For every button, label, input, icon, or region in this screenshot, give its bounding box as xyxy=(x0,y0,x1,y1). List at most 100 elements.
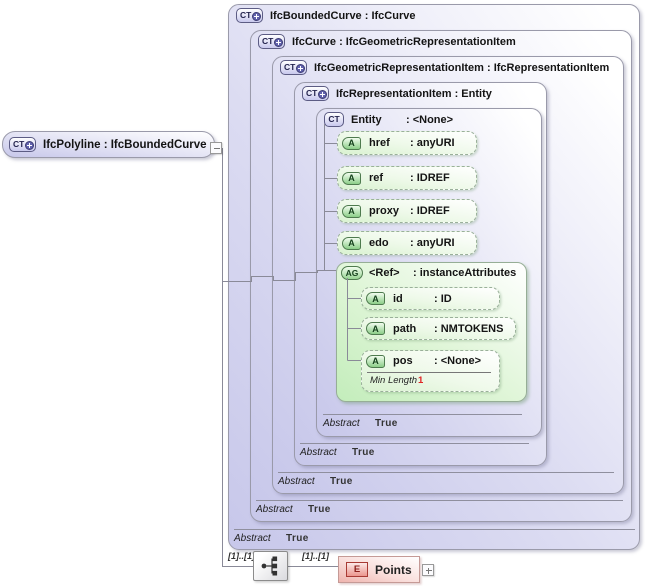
abstract-value: True xyxy=(308,504,331,515)
attribute-icon-label: A xyxy=(348,238,355,248)
abstract-value: True xyxy=(330,476,353,487)
type-header-entity[interactable]: CT Entity : <None> xyxy=(324,112,453,127)
abstract-value: True xyxy=(352,447,375,458)
attribute-icon-label: A xyxy=(348,173,355,183)
sequence-icon xyxy=(261,556,277,576)
cardinality-label-right: [1]..[1] xyxy=(302,551,329,561)
abstract-facet-row: Abstract True xyxy=(300,443,529,458)
attribute-icon: A xyxy=(342,204,361,218)
attribute-icon: A xyxy=(342,236,361,250)
sequence-compositor[interactable] xyxy=(253,551,288,581)
attribute-name: path xyxy=(393,322,417,335)
root-element-title: IfcPolyline : IfcBoundedCurve xyxy=(43,138,207,151)
complex-type-icon: CT xyxy=(9,137,36,152)
attribute-icon: A xyxy=(366,292,385,305)
attribute-type: : ID xyxy=(434,292,452,305)
complex-type-icon-label: CT xyxy=(240,10,252,21)
type-header-ifcgeometricrepresentationitem[interactable]: CT IfcGeometricRepresentationItem : IfcR… xyxy=(280,60,609,75)
plus-icon xyxy=(317,89,327,99)
cardinality-label-left: [1]..[1] xyxy=(228,551,255,561)
plus-icon xyxy=(251,11,261,21)
attribute-type: : anyURI xyxy=(410,237,455,249)
attribute-group-header[interactable]: AG <Ref> : instanceAttributes xyxy=(341,266,516,280)
abstract-label: Abstract xyxy=(278,476,315,487)
root-element-ifcpolyline[interactable]: CT IfcPolyline : IfcBoundedCurve xyxy=(2,131,215,158)
attribute-type: : IDREF xyxy=(410,205,450,217)
complex-type-icon: CT xyxy=(324,112,344,127)
plus-icon xyxy=(295,63,305,73)
abstract-value: True xyxy=(286,533,309,544)
attribute-icon: A xyxy=(342,136,361,150)
type-header-ifccurve[interactable]: CT IfcCurve : IfcGeometricRepresentation… xyxy=(258,34,516,49)
attribute-name: pos xyxy=(393,355,413,367)
plus-icon xyxy=(24,140,34,150)
attribute-name: edo xyxy=(369,237,389,249)
attribute-path[interactable]: A path : NMTOKENS xyxy=(361,317,516,340)
type-title: IfcBoundedCurve : IfcCurve xyxy=(270,9,416,22)
attribute-name: id xyxy=(393,292,403,305)
complex-type-icon: CT xyxy=(302,86,329,101)
complex-type-icon-label: CT xyxy=(328,114,340,125)
attribute-type: : NMTOKENS xyxy=(434,322,504,335)
attribute-group-type: : instanceAttributes xyxy=(413,267,517,279)
attribute-group-name: <Ref> xyxy=(369,267,400,279)
attribute-icon: A xyxy=(366,354,385,368)
attribute-icon-label: A xyxy=(372,323,379,334)
element-icon: E xyxy=(346,562,368,577)
attribute-pos[interactable]: A pos : <None> Min Length 1 xyxy=(361,350,500,392)
plus-icon xyxy=(428,567,430,574)
attribute-ref[interactable]: A ref : IDREF xyxy=(337,166,477,190)
type-title: IfcCurve : IfcGeometricRepresentationIte… xyxy=(292,35,516,48)
abstract-value: True xyxy=(375,418,398,429)
element-icon-label: E xyxy=(353,564,361,575)
attribute-icon: A xyxy=(342,171,361,185)
facet-value: 1 xyxy=(418,375,424,386)
attribute-icon-label: A xyxy=(348,206,355,216)
collapse-toggle[interactable] xyxy=(210,142,222,154)
attribute-group-icon: AG xyxy=(341,266,363,280)
complex-type-icon-label: CT xyxy=(13,139,25,150)
type-base: : <None> xyxy=(406,113,454,126)
complex-type-icon: CT xyxy=(236,8,263,23)
abstract-facet-row: Abstract True xyxy=(234,529,635,544)
attribute-id[interactable]: A id : ID xyxy=(361,287,500,310)
complex-type-icon-label: CT xyxy=(306,88,318,99)
attribute-edo[interactable]: A edo : anyURI xyxy=(337,231,477,255)
attribute-icon: A xyxy=(366,322,385,335)
type-name: Entity xyxy=(351,113,382,126)
abstract-label: Abstract xyxy=(256,504,293,515)
complex-type-icon: CT xyxy=(258,34,285,49)
type-header-ifcboundedcurve[interactable]: CT IfcBoundedCurve : IfcCurve xyxy=(236,8,415,23)
min-length-facet-row: Min Length 1 xyxy=(367,372,491,386)
attribute-name: ref xyxy=(369,172,384,184)
complex-type-icon: CT xyxy=(280,60,307,75)
attribute-name: proxy xyxy=(369,205,399,217)
element-name: Points xyxy=(375,562,412,577)
attribute-type: : <None> xyxy=(434,355,482,367)
complex-type-icon-label: CT xyxy=(284,62,296,73)
minus-icon xyxy=(213,148,220,150)
expand-toggle[interactable] xyxy=(422,564,434,576)
abstract-facet-row: Abstract True xyxy=(278,472,614,487)
plus-icon xyxy=(273,37,283,47)
attribute-href[interactable]: A href : anyURI xyxy=(337,131,477,155)
abstract-label: Abstract xyxy=(300,447,337,458)
facet-label: Min Length xyxy=(370,375,418,386)
attribute-type: : IDREF xyxy=(410,172,450,184)
type-header-ifcrepresentationitem[interactable]: CT IfcRepresentationItem : Entity xyxy=(302,86,492,101)
attribute-name: href xyxy=(369,137,390,149)
attribute-type: : anyURI xyxy=(410,137,455,149)
attribute-row: A pos : <None> xyxy=(362,351,499,371)
abstract-facet-row: Abstract True xyxy=(323,414,522,429)
xsd-inheritance-diagram: CT IfcBoundedCurve : IfcCurve Abstract T… xyxy=(0,0,645,586)
attribute-proxy[interactable]: A proxy : IDREF xyxy=(337,199,477,223)
element-points[interactable]: E Points xyxy=(338,556,420,583)
complex-type-icon-label: CT xyxy=(262,36,274,47)
attribute-icon-label: A xyxy=(372,356,379,366)
type-title: IfcRepresentationItem : Entity xyxy=(336,87,492,100)
attribute-group-icon-label: AG xyxy=(345,268,359,278)
abstract-label: Abstract xyxy=(234,533,271,544)
attribute-icon-label: A xyxy=(348,138,355,148)
attribute-icon-label: A xyxy=(372,293,379,304)
type-title: IfcGeometricRepresentationItem : IfcRepr… xyxy=(314,61,610,74)
